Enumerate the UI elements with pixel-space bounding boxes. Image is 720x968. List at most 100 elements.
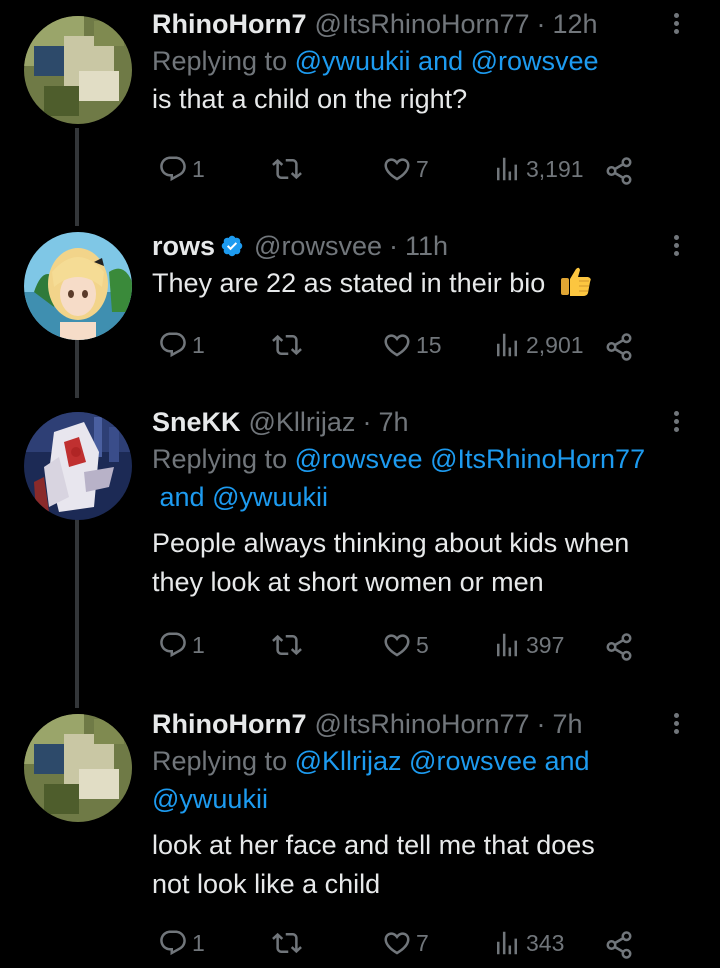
- mention-separator: and: [537, 746, 598, 776]
- views-icon: [492, 330, 522, 360]
- retweet-icon: [272, 330, 302, 360]
- timestamp[interactable]: 7h: [378, 404, 408, 440]
- user-handle[interactable]: @Kllrijaz: [249, 404, 356, 440]
- separator-dot: ·: [362, 407, 372, 437]
- share-button[interactable]: [604, 332, 634, 362]
- heart-icon: [382, 154, 412, 184]
- heart-icon: [382, 630, 412, 660]
- mention-separator: and: [410, 46, 471, 76]
- mention-link[interactable]: @Kllrijaz: [295, 746, 402, 776]
- reply-icon: [158, 928, 188, 958]
- replying-to-label: Replying to: [152, 46, 288, 76]
- reply-button[interactable]: 1: [158, 154, 205, 184]
- separator-dot: ·: [388, 231, 398, 261]
- user-handle[interactable]: @rowsvee: [254, 228, 382, 264]
- mention-link[interactable]: @ywuukii: [212, 482, 328, 512]
- tweet[interactable]: SneKK @Kllrijaz · 7h Replying to @rowsve…: [0, 398, 720, 688]
- reply-icon: [158, 154, 188, 184]
- tweet-text: People always thinking about kids when t…: [152, 524, 680, 602]
- like-button[interactable]: 7: [382, 154, 429, 184]
- mention-link[interactable]: @ywuukii: [295, 46, 411, 76]
- reply-icon: [158, 330, 188, 360]
- tweet-text-line: look at her face and tell me that does: [152, 830, 595, 860]
- retweet-button[interactable]: [272, 154, 302, 184]
- replying-to-label: Replying to: [152, 746, 288, 776]
- separator-dot: ·: [536, 709, 546, 739]
- avatar[interactable]: [24, 16, 132, 124]
- view-count: 397: [526, 631, 565, 658]
- mention-link[interactable]: @rowsvee: [471, 46, 599, 76]
- views-button[interactable]: 343: [492, 928, 564, 958]
- avatar[interactable]: [24, 412, 132, 520]
- more-options-icon[interactable]: [666, 232, 686, 260]
- mention-link[interactable]: @rowsvee: [295, 444, 423, 474]
- retweet-button[interactable]: [272, 630, 302, 660]
- avatar[interactable]: [24, 714, 132, 822]
- heart-icon: [382, 928, 412, 958]
- timestamp[interactable]: 11h: [405, 228, 448, 264]
- views-icon: [492, 154, 522, 184]
- views-button[interactable]: 3,191: [492, 154, 584, 184]
- like-count: 7: [416, 929, 429, 956]
- share-button[interactable]: [604, 156, 634, 186]
- user-handle[interactable]: @ItsRhinoHorn77: [315, 6, 530, 42]
- mention-link[interactable]: @rowsvee: [409, 746, 537, 776]
- mention-separator: [402, 746, 410, 776]
- mention-link[interactable]: @ywuukii: [152, 784, 268, 814]
- like-button[interactable]: 7: [382, 928, 429, 958]
- more-options-icon[interactable]: [666, 710, 686, 738]
- more-options-icon[interactable]: [666, 408, 686, 436]
- reply-button[interactable]: 1: [158, 928, 205, 958]
- share-icon: [604, 930, 634, 960]
- display-name[interactable]: SneKK: [152, 404, 241, 440]
- display-name[interactable]: rows: [152, 228, 215, 264]
- view-count: 3,191: [526, 155, 584, 182]
- user-handle[interactable]: @ItsRhinoHorn77: [315, 706, 530, 742]
- share-icon: [604, 332, 634, 362]
- reply-button[interactable]: 1: [158, 630, 205, 660]
- tweet[interactable]: RhinoHorn7 @ItsRhinoHorn77 · 7h Replying…: [0, 700, 720, 965]
- reply-count: 1: [192, 929, 205, 956]
- more-options-icon[interactable]: [666, 10, 686, 38]
- tweet[interactable]: rows @rowsvee · 11h They are 22 as state…: [0, 220, 720, 390]
- verified-badge-icon: [221, 235, 243, 257]
- tweet[interactable]: RhinoHorn7 @ItsRhinoHorn77 · 12h Replyin…: [0, 0, 720, 200]
- views-button[interactable]: 2,901: [492, 330, 584, 360]
- replying-to: Replying to @ywuukii and @rowsvee: [152, 42, 680, 80]
- tweet-text-line: they look at short women or men: [152, 567, 544, 597]
- share-button[interactable]: [604, 930, 634, 960]
- display-name[interactable]: RhinoHorn7: [152, 6, 307, 42]
- tweet-text: look at her face and tell me that does n…: [152, 826, 680, 904]
- tweet-text-line: not look like a child: [152, 869, 381, 899]
- mention-separator: and: [152, 482, 213, 512]
- view-count: 343: [526, 929, 565, 956]
- reply-icon: [158, 630, 188, 660]
- reply-count: 1: [192, 155, 205, 182]
- retweet-button[interactable]: [272, 330, 302, 360]
- mention-separator: [423, 444, 431, 474]
- reply-count: 1: [192, 631, 205, 658]
- like-count: 5: [416, 631, 429, 658]
- reply-button[interactable]: 1: [158, 330, 205, 360]
- mention-link[interactable]: @ItsRhinoHorn77: [430, 444, 645, 474]
- share-icon: [604, 632, 634, 662]
- like-count: 15: [416, 331, 442, 358]
- views-icon: [492, 630, 522, 660]
- views-button[interactable]: 397: [492, 630, 564, 660]
- avatar[interactable]: [24, 232, 132, 340]
- timestamp[interactable]: 12h: [553, 6, 598, 42]
- reply-count: 1: [192, 331, 205, 358]
- retweet-icon: [272, 928, 302, 958]
- tweet-text: is that a child on the right?: [152, 84, 468, 114]
- tweet-text: They are 22 as stated in their bio: [152, 268, 546, 298]
- like-button[interactable]: 15: [382, 330, 442, 360]
- like-button[interactable]: 5: [382, 630, 429, 660]
- replying-to: Replying to @Kllrijaz @rowsvee and @ywuu…: [152, 742, 692, 818]
- view-count: 2,901: [526, 331, 584, 358]
- tweet-text-line: People always thinking about kids when: [152, 528, 630, 558]
- heart-icon: [382, 330, 412, 360]
- share-button[interactable]: [604, 632, 634, 662]
- timestamp[interactable]: 7h: [553, 706, 583, 742]
- display-name[interactable]: RhinoHorn7: [152, 706, 307, 742]
- retweet-button[interactable]: [272, 928, 302, 958]
